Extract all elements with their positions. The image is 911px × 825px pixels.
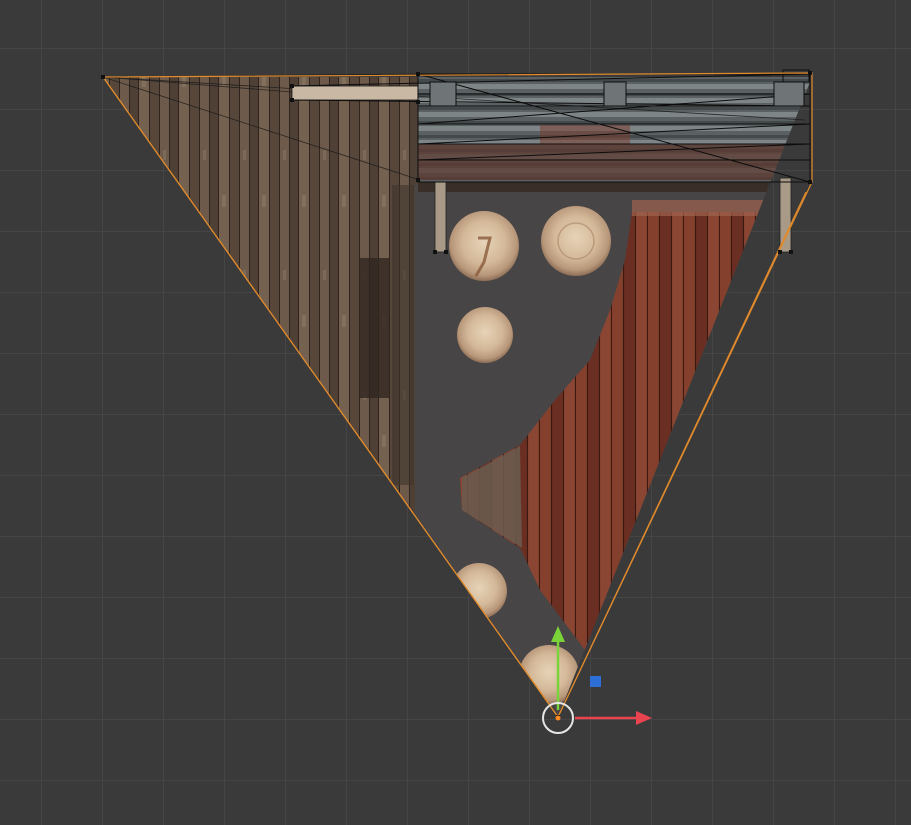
log-end-3: [457, 307, 513, 363]
post-right: [779, 177, 792, 253]
uv-editor-viewport[interactable]: [0, 0, 911, 825]
post-left: [434, 181, 447, 253]
log-end-2: [541, 206, 611, 276]
uv-island-triangle[interactable]: [100, 70, 820, 745]
log-end-4: [451, 563, 507, 619]
x-axis-arrow-icon[interactable]: [636, 711, 652, 725]
pivot-point: [555, 715, 561, 721]
uv-canvas[interactable]: [0, 0, 911, 825]
xy-plane-handle[interactable]: [590, 676, 601, 687]
log-end-1: [449, 211, 519, 281]
rail-piece: [291, 85, 419, 101]
